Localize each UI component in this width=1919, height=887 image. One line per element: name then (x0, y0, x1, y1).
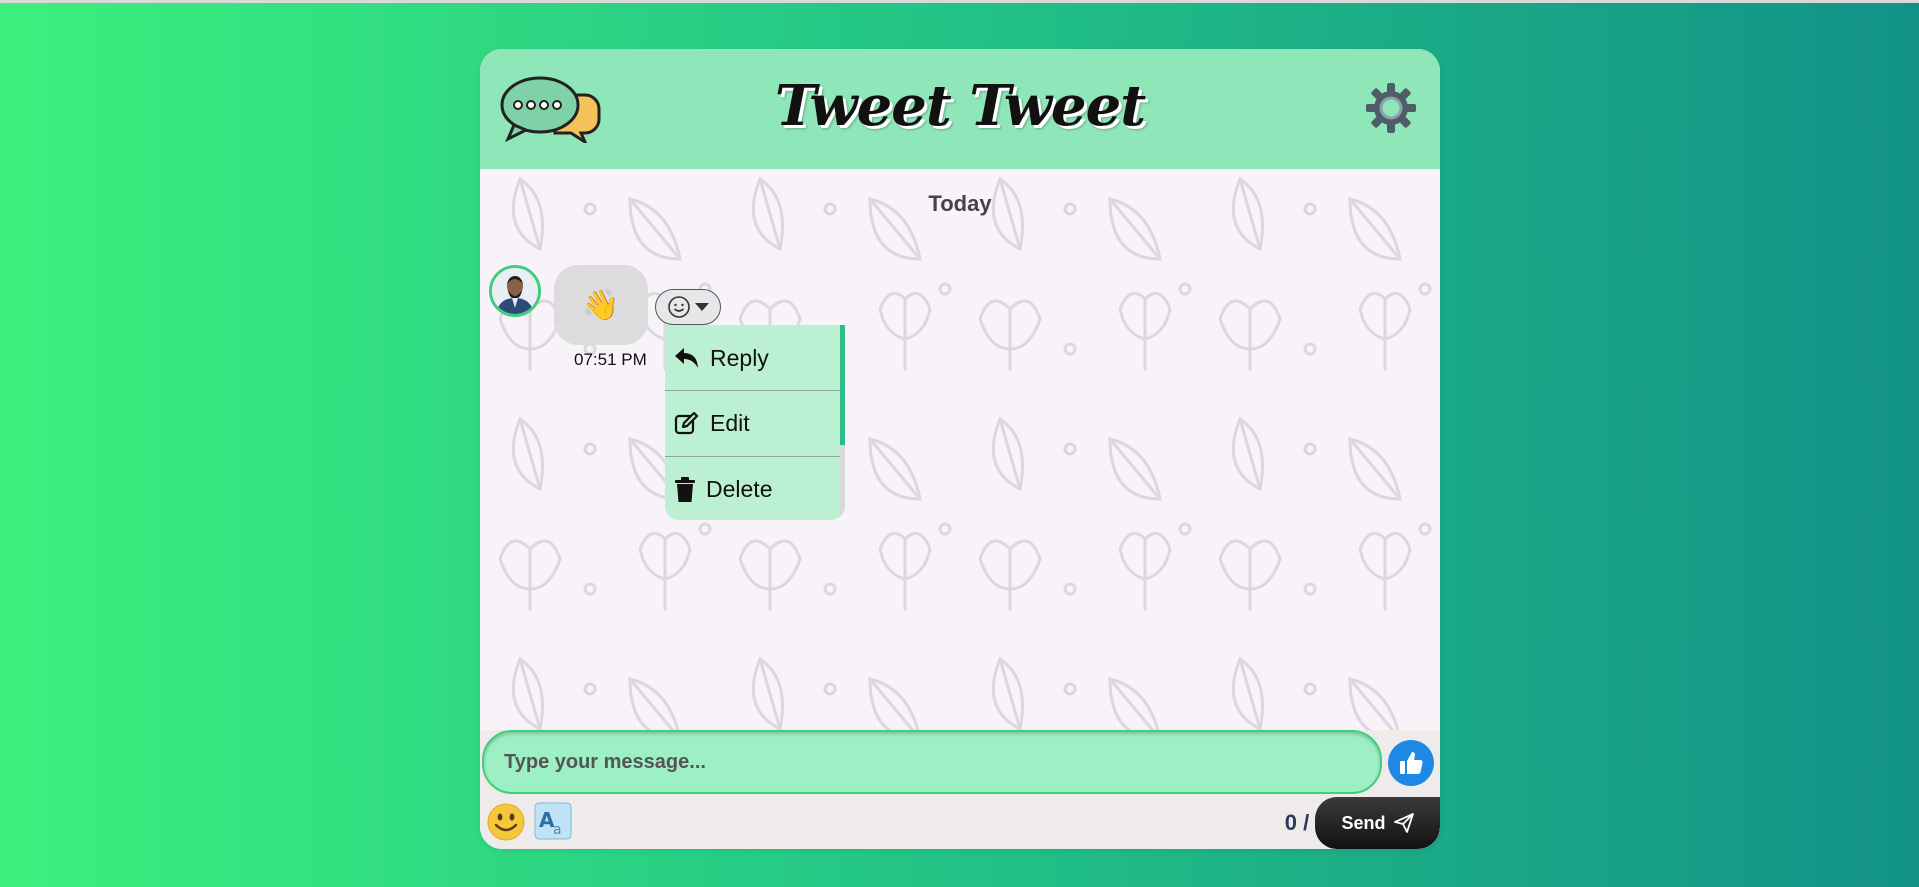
font-style-icon[interactable]: A a (534, 802, 572, 840)
menu-item-delete-label: Delete (706, 476, 773, 502)
top-border (0, 0, 1919, 3)
send-button[interactable]: Send (1315, 797, 1440, 849)
leaf-background-pattern (480, 169, 1440, 779)
menu-scrollbar-thumb[interactable] (840, 325, 845, 445)
menu-item-reply-label: Reply (710, 344, 769, 371)
message-timestamp: 07:51 PM (574, 350, 647, 369)
gear-icon[interactable] (1365, 82, 1417, 134)
menu-item-edit-label: Edit (710, 410, 750, 436)
menu-item-edit[interactable]: Edit (665, 390, 840, 456)
menu-item-reply[interactable]: Reply (665, 325, 840, 391)
paper-plane-icon (1393, 813, 1414, 833)
caret-down-icon (695, 303, 709, 311)
avatar[interactable] (489, 265, 541, 317)
reaction-menu-button[interactable] (655, 289, 721, 325)
send-button-label: Send (1341, 812, 1386, 833)
menu-scrollbar[interactable] (840, 325, 845, 520)
edit-icon (674, 411, 699, 434)
day-separator-label: Today (928, 191, 992, 216)
trash-icon (675, 476, 695, 502)
user-avatar-icon (492, 268, 538, 314)
like-button[interactable] (1388, 740, 1434, 786)
emoji-picker-icon[interactable] (486, 802, 526, 842)
thumbs-up-icon (1400, 752, 1423, 774)
smiley-icon (668, 296, 690, 318)
message-input[interactable] (482, 730, 1382, 794)
message-context-menu: Reply Edit Delete (665, 325, 845, 520)
menu-item-delete[interactable]: Delete (665, 456, 840, 520)
chat-messages-area[interactable]: Today (480, 169, 1440, 779)
message-emoji: 👋 (582, 288, 620, 322)
chat-app-window: Tweet Tweet Today 👋 07:51 PM Reply Edit … (480, 49, 1440, 849)
reply-icon (675, 348, 698, 368)
svg-text:a: a (553, 822, 562, 838)
app-title: Tweet Tweet (774, 73, 1146, 139)
message-bubble[interactable]: 👋 (554, 265, 648, 345)
app-header: Tweet Tweet (480, 49, 1440, 169)
